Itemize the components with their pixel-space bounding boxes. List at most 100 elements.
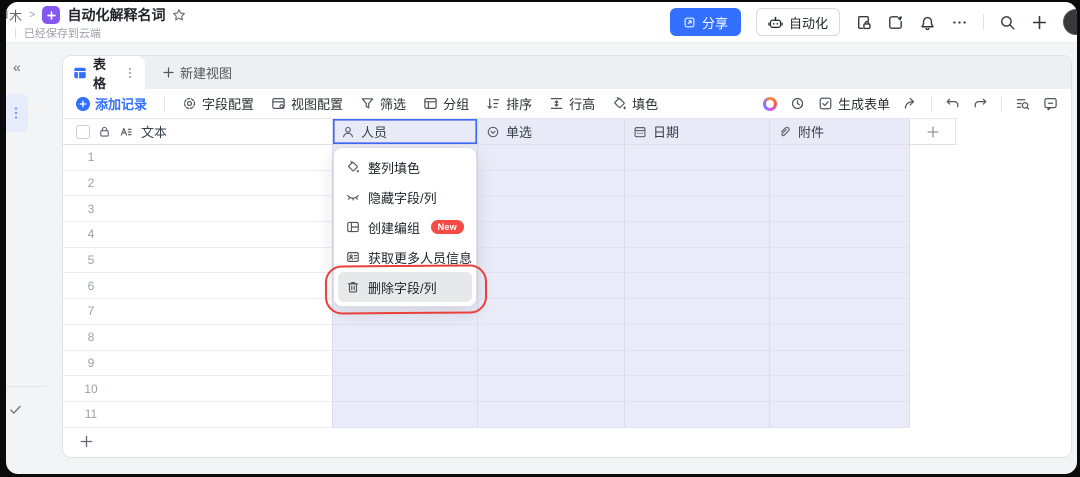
table-cell[interactable]: [477, 171, 624, 197]
filter-button[interactable]: 筛选: [360, 94, 406, 113]
table-cell[interactable]: [477, 376, 624, 402]
table-cell[interactable]: [624, 325, 769, 351]
table-cell[interactable]: [769, 299, 910, 325]
sort-button[interactable]: 排序: [486, 94, 532, 113]
row-header[interactable]: 6: [63, 273, 332, 299]
table-cell[interactable]: [332, 376, 477, 402]
row-header[interactable]: 11: [63, 402, 332, 428]
view-config-button[interactable]: 视图配置: [271, 94, 343, 113]
table-cell[interactable]: [332, 402, 477, 428]
find-in-table-icon[interactable]: [1015, 96, 1030, 111]
magic-ring-icon[interactable]: [763, 97, 777, 111]
table-cell[interactable]: [769, 145, 910, 171]
table-cell[interactable]: [624, 273, 769, 299]
table-cell[interactable]: [769, 402, 910, 428]
check-icon[interactable]: [8, 402, 23, 417]
quick-access-icon[interactable]: [887, 14, 904, 31]
table-cell[interactable]: [624, 351, 769, 377]
row-height-button[interactable]: 行高: [549, 94, 595, 113]
menu-item-fill-column[interactable]: 整列填色: [338, 152, 472, 182]
automation-button[interactable]: 自动化: [756, 8, 840, 36]
table-cell[interactable]: [332, 351, 477, 377]
column-header-text[interactable]: 文本: [63, 119, 332, 144]
table-cell[interactable]: [477, 402, 624, 428]
menu-item-get-person-info[interactable]: 获取更多人员信息: [338, 242, 472, 272]
column-header-single-select[interactable]: 单选: [477, 119, 624, 144]
share-button[interactable]: 分享: [670, 8, 741, 36]
table-cell[interactable]: [769, 325, 910, 351]
table-cell[interactable]: [624, 145, 769, 171]
table-cell[interactable]: [477, 196, 624, 222]
table-cell[interactable]: [477, 222, 624, 248]
search-icon[interactable]: [999, 14, 1016, 31]
new-view-button[interactable]: 新建视图: [162, 56, 232, 89]
history-icon[interactable]: [790, 96, 805, 111]
more-icon[interactable]: [951, 14, 968, 31]
row-header[interactable]: 5: [63, 248, 332, 274]
table-cell[interactable]: [769, 376, 910, 402]
table-row[interactable]: 6: [63, 273, 1071, 299]
table-cell[interactable]: [624, 248, 769, 274]
row-header[interactable]: 8: [63, 325, 332, 351]
menu-item-hide-field[interactable]: 隐藏字段/列: [338, 182, 472, 212]
field-config-button[interactable]: 字段配置: [182, 94, 254, 113]
tab-grid-view[interactable]: 表格: [63, 56, 145, 89]
table-cell[interactable]: [477, 351, 624, 377]
table-cell[interactable]: [624, 171, 769, 197]
table-cell[interactable]: [769, 171, 910, 197]
table-row[interactable]: 3: [63, 196, 1071, 222]
table-cell[interactable]: [769, 196, 910, 222]
add-row-button[interactable]: [63, 428, 1071, 455]
column-header-date[interactable]: 日期: [624, 119, 769, 144]
table-cell[interactable]: [332, 325, 477, 351]
table-cell[interactable]: [477, 145, 624, 171]
add-column-button[interactable]: [910, 119, 956, 144]
table-cell[interactable]: [769, 248, 910, 274]
table-cell[interactable]: [769, 222, 910, 248]
group-button[interactable]: 分组: [423, 94, 469, 113]
column-header-person[interactable]: 人员: [332, 119, 477, 144]
row-header[interactable]: 10: [63, 376, 332, 402]
tab-more-icon[interactable]: [125, 67, 135, 79]
column-header-attachment[interactable]: 附件: [769, 119, 910, 144]
row-header[interactable]: 3: [63, 196, 332, 222]
table-cell[interactable]: [477, 248, 624, 274]
row-header[interactable]: 9: [63, 351, 332, 377]
row-header[interactable]: 4: [63, 222, 332, 248]
undo-icon[interactable]: [945, 96, 960, 111]
table-cell[interactable]: [477, 299, 624, 325]
table-row[interactable]: 5: [63, 248, 1071, 274]
row-header[interactable]: 7: [63, 299, 332, 325]
table-cell[interactable]: [624, 402, 769, 428]
table-cell[interactable]: [769, 351, 910, 377]
menu-item-delete-field[interactable]: 删除字段/列: [338, 272, 472, 302]
table-cell[interactable]: [769, 273, 910, 299]
table-row[interactable]: 4: [63, 222, 1071, 248]
table-row[interactable]: 7: [63, 299, 1071, 325]
table-row[interactable]: 2: [63, 171, 1071, 197]
table-row[interactable]: 9: [63, 351, 1071, 377]
collapse-sidebar-icon[interactable]: «: [13, 59, 21, 75]
select-all-checkbox[interactable]: [76, 125, 90, 139]
row-header[interactable]: 1: [63, 145, 332, 171]
generate-form-button[interactable]: 生成表单: [818, 94, 890, 113]
star-icon[interactable]: [172, 8, 186, 22]
doc-permission-icon[interactable]: [855, 14, 872, 31]
table-row[interactable]: 1: [63, 145, 1071, 171]
row-header[interactable]: 2: [63, 171, 332, 197]
comment-icon[interactable]: [1043, 96, 1058, 111]
table-cell[interactable]: [624, 299, 769, 325]
table-row[interactable]: 11: [63, 402, 1071, 428]
forward-arrow-icon[interactable]: [903, 96, 918, 111]
table-cell[interactable]: [624, 222, 769, 248]
table-cell[interactable]: [477, 325, 624, 351]
redo-icon[interactable]: [973, 96, 988, 111]
breadcrumb-parent[interactable]: 甲木: [6, 6, 22, 25]
table-row[interactable]: 10: [63, 376, 1071, 402]
notification-bell-icon[interactable]: [919, 14, 936, 31]
table-cell[interactable]: [624, 376, 769, 402]
fill-color-button[interactable]: 填色: [612, 94, 658, 113]
table-row[interactable]: 8: [63, 325, 1071, 351]
new-tab-plus-icon[interactable]: [1031, 14, 1048, 31]
menu-item-create-group[interactable]: 创建编组 New: [338, 212, 472, 242]
